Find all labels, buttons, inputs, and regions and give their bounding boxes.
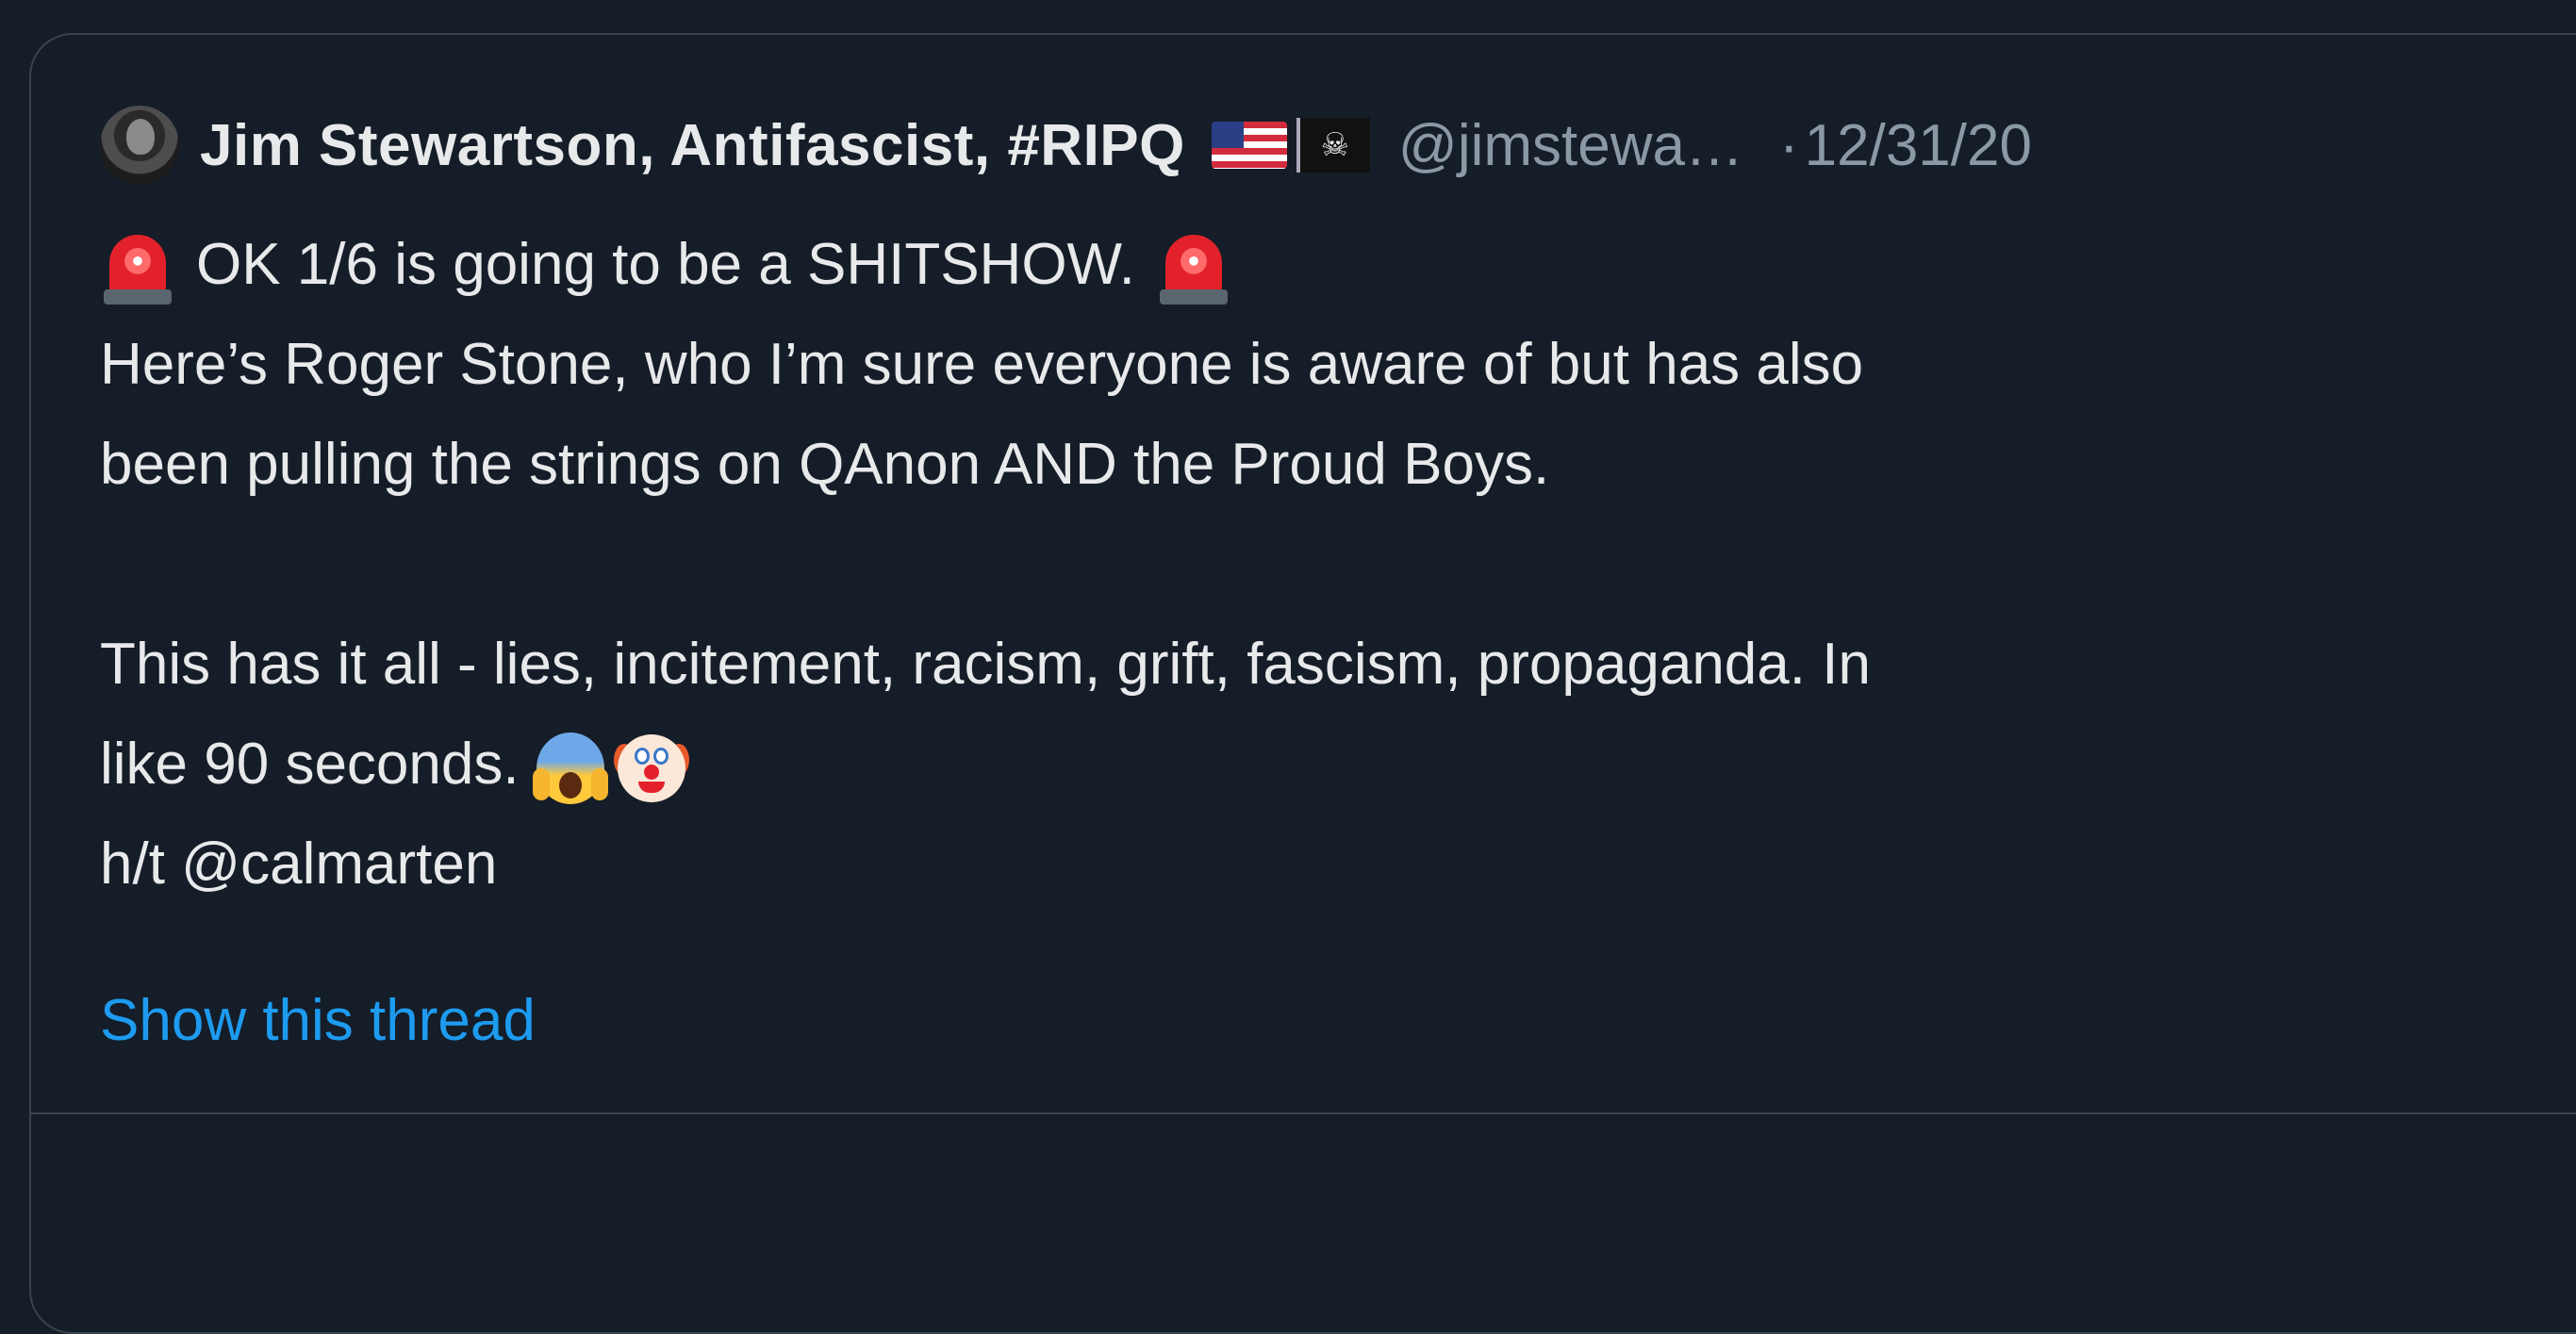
tweet-date[interactable]: 12/31/20 (1805, 112, 2032, 179)
tweet-line-7[interactable]: h/t @calmarten (100, 815, 2514, 914)
us-flag-icon (1211, 122, 1287, 169)
clown-face-icon (613, 731, 689, 806)
police-siren-icon (100, 231, 175, 306)
tweet-line-5: This has it all - lies, incitement, raci… (100, 632, 1871, 697)
show-thread-link[interactable]: Show this thread (100, 971, 536, 1071)
tweet-line-6: like 90 seconds. (100, 715, 2514, 815)
pirate-flag-icon: ☠ (1296, 118, 1370, 173)
police-siren-icon (1156, 231, 1231, 306)
tweet-line-1: OK 1/6 is going to be a SHITSHOW. (100, 215, 2514, 315)
tweet-divider (31, 1112, 2576, 1114)
tweet-text: OK 1/6 is going to be a SHITSHOW. Here’s… (100, 215, 2514, 914)
tweet-line-3: been pulling the strings on QAnon AND th… (100, 432, 1550, 497)
author-display-name[interactable]: Jim Stewartson, Antifascist, #RIPQ (200, 112, 1185, 179)
avatar[interactable] (100, 106, 179, 185)
face-screaming-icon (532, 731, 608, 806)
tweet-header: Jim Stewartson, Antifascist, #RIPQ ☠ @ji… (100, 102, 2032, 189)
tweet-line-2: Here’s Roger Stone, who I’m sure everyon… (100, 332, 1864, 397)
tweet-line-6-text: like 90 seconds. (100, 732, 520, 797)
tweet-line-1-text: OK 1/6 is going to be a SHITSHOW. (196, 232, 1135, 297)
header-separator: · (1778, 112, 1799, 178)
author-handle[interactable]: @jimstewa… (1398, 112, 1743, 179)
